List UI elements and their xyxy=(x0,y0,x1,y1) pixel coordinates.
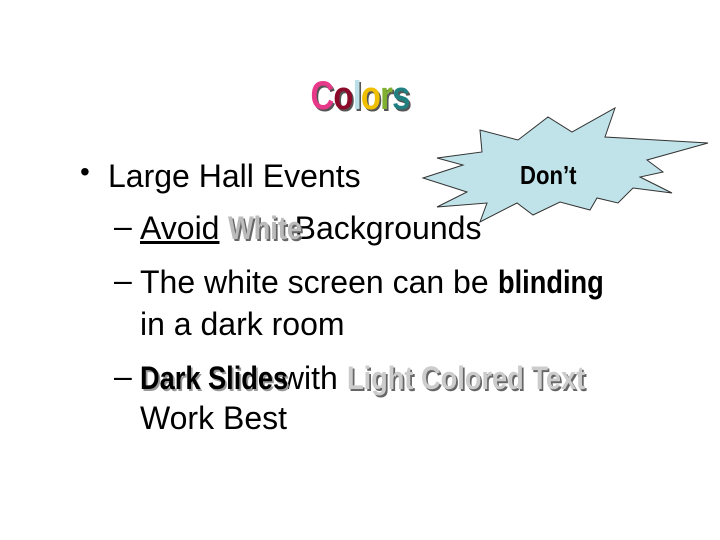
starburst-callout-shape xyxy=(421,106,709,224)
callout-text: Don’t xyxy=(520,160,577,190)
slide: Colors • Large Hall Events – Avoid White… xyxy=(0,0,720,540)
